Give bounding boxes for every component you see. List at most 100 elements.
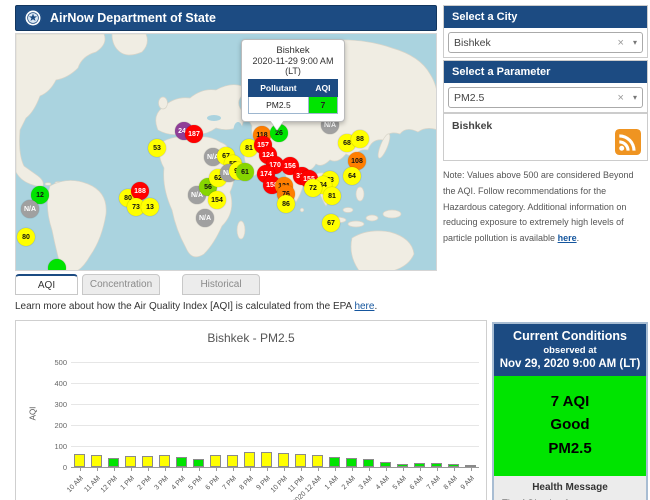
x-tick-mark bbox=[470, 468, 472, 471]
x-tick-mark bbox=[266, 468, 268, 471]
gridline bbox=[71, 404, 479, 405]
tab-concentration[interactable]: Concentration bbox=[82, 274, 160, 295]
chart-bar bbox=[346, 457, 357, 467]
chart-bar bbox=[210, 455, 221, 467]
chart-bar bbox=[142, 456, 153, 467]
chart-bar bbox=[465, 465, 476, 467]
chart-bar bbox=[227, 455, 238, 467]
map-marker[interactable] bbox=[48, 259, 66, 270]
map-tabs: AQI Concentration Historical bbox=[15, 274, 263, 295]
popup-city: Bishkek bbox=[276, 45, 310, 56]
cc-category: Good bbox=[550, 416, 590, 434]
y-tick-label: 300 bbox=[54, 400, 67, 409]
health-message-header: Health Message bbox=[532, 481, 608, 493]
parameter-chevron-down-icon[interactable]: ▾ bbox=[629, 93, 637, 102]
learn-more-text: Learn more about how the Air Quality Ind… bbox=[15, 301, 377, 312]
x-tick-mark bbox=[130, 468, 132, 471]
map-marker[interactable]: 86 bbox=[277, 195, 295, 213]
note-suffix: . bbox=[576, 233, 580, 243]
cc-subtitle: observed at bbox=[543, 345, 597, 356]
map-marker[interactable]: 64 bbox=[343, 167, 361, 185]
map-marker[interactable]: 154 bbox=[208, 191, 226, 209]
chart-bar bbox=[278, 453, 289, 467]
note-link[interactable]: here bbox=[558, 233, 577, 243]
chart-plot: AQI 0 100 200 300 400 500 10 AM 11 AM 12 PM 1 PM 2… bbox=[28, 358, 479, 500]
city-select-value: Bishkek bbox=[454, 36, 491, 49]
map-marker[interactable]: 67 bbox=[322, 214, 340, 232]
popup-timezone: (LT) bbox=[285, 66, 301, 76]
learn-more-link[interactable]: here bbox=[354, 301, 374, 312]
map-marker[interactable]: 72 bbox=[304, 179, 322, 197]
current-conditions-panel: Current Conditions observed at Nov 29, 2… bbox=[492, 322, 648, 500]
y-tick-label: 0 bbox=[62, 463, 67, 472]
x-axis-line bbox=[71, 467, 479, 468]
popup-pollutant-value: PM2.5 bbox=[248, 96, 309, 114]
x-tick-mark bbox=[215, 468, 217, 471]
learn-more-prefix: Learn more about how the Air Quality Ind… bbox=[15, 301, 355, 312]
chart-bar bbox=[431, 462, 442, 467]
chart-title: Bishkek - PM2.5 bbox=[207, 331, 295, 345]
x-tick-mark bbox=[232, 468, 234, 471]
popup-aqi-header: AQI bbox=[307, 79, 339, 97]
chart-bar bbox=[329, 456, 340, 467]
x-tick-mark bbox=[419, 468, 421, 471]
parameter-select[interactable]: PM2.5 × ▾ bbox=[448, 87, 643, 108]
map-popup: Bishkek 2020-11-29 9:00 AM (LT) Pollutan… bbox=[241, 39, 345, 130]
y-tick-label: 500 bbox=[54, 358, 67, 367]
select-parameter-panel: Select a Parameter PM2.5 × ▾ bbox=[443, 60, 648, 113]
tab-aqi[interactable]: AQI bbox=[15, 274, 78, 295]
map-marker[interactable]: 88 bbox=[351, 130, 369, 148]
note-text: Note: Values above 500 are considered Be… bbox=[443, 170, 634, 243]
chart-bar bbox=[176, 457, 187, 467]
chart-bar bbox=[380, 462, 391, 467]
chart-bar bbox=[244, 452, 255, 467]
popup-datetime: 2020-11-29 9:00 AM bbox=[252, 56, 334, 66]
map-marker[interactable]: 13 bbox=[141, 198, 159, 216]
chart-bar bbox=[159, 455, 170, 467]
map-marker[interactable]: 81 bbox=[323, 187, 341, 205]
parameter-clear-icon[interactable]: × bbox=[613, 92, 629, 104]
city-chevron-down-icon[interactable]: ▾ bbox=[629, 38, 637, 47]
map-marker[interactable]: 61 bbox=[236, 163, 254, 181]
chart-bar bbox=[108, 458, 119, 467]
chart-bar bbox=[363, 459, 374, 467]
cc-datetime: Nov 29, 2020 9:00 AM (LT) bbox=[499, 358, 641, 370]
y-axis-label: AQI bbox=[28, 406, 38, 421]
city-select[interactable]: Bishkek × ▾ bbox=[448, 32, 643, 53]
chart-bar bbox=[261, 452, 272, 467]
x-tick-mark bbox=[385, 468, 387, 471]
x-tick-mark bbox=[351, 468, 353, 471]
dos-seal-icon bbox=[24, 9, 42, 27]
chart-bar bbox=[397, 464, 408, 467]
x-tick-mark bbox=[283, 468, 285, 471]
current-conditions-header: Current Conditions observed at Nov 29, 2… bbox=[494, 324, 646, 376]
parameter-select-value: PM2.5 bbox=[454, 91, 485, 104]
map-marker[interactable]: 187 bbox=[185, 125, 203, 143]
map-marker[interactable]: N/A bbox=[196, 209, 214, 227]
popup-table: Pollutant AQI PM2.5 7 bbox=[248, 79, 339, 114]
x-tick-mark bbox=[96, 468, 98, 471]
select-city-header: Select a City bbox=[444, 6, 647, 28]
cc-aqi-value: 7 AQI bbox=[550, 393, 590, 410]
chart-bar bbox=[125, 456, 136, 467]
popup-arrow bbox=[270, 120, 284, 130]
x-tick-mark bbox=[198, 468, 200, 471]
x-tick-mark bbox=[147, 468, 149, 471]
rss-icon[interactable] bbox=[615, 129, 641, 155]
world-map[interactable]: 12 N/A 80 53 241 187 80 188 73 13 N/A N/A 56 62 154 N/A… bbox=[15, 33, 437, 271]
cc-title: Current Conditions bbox=[513, 329, 627, 343]
y-tick-label: 100 bbox=[54, 442, 67, 451]
popup-aqi-value: 7 bbox=[307, 96, 339, 114]
chart-bar bbox=[74, 453, 85, 467]
tab-historical[interactable]: Historical bbox=[182, 274, 260, 295]
cc-parameter: PM2.5 bbox=[548, 439, 592, 457]
x-tick-mark bbox=[436, 468, 438, 471]
map-marker[interactable]: 53 bbox=[148, 139, 166, 157]
map-marker[interactable]: N/A bbox=[21, 200, 39, 218]
chart-bar bbox=[295, 454, 306, 467]
city-clear-icon[interactable]: × bbox=[613, 37, 629, 49]
map-marker[interactable]: 80 bbox=[17, 228, 35, 246]
x-tick-mark bbox=[249, 468, 251, 471]
x-tick-mark bbox=[402, 468, 404, 471]
x-tick-mark bbox=[113, 468, 115, 471]
